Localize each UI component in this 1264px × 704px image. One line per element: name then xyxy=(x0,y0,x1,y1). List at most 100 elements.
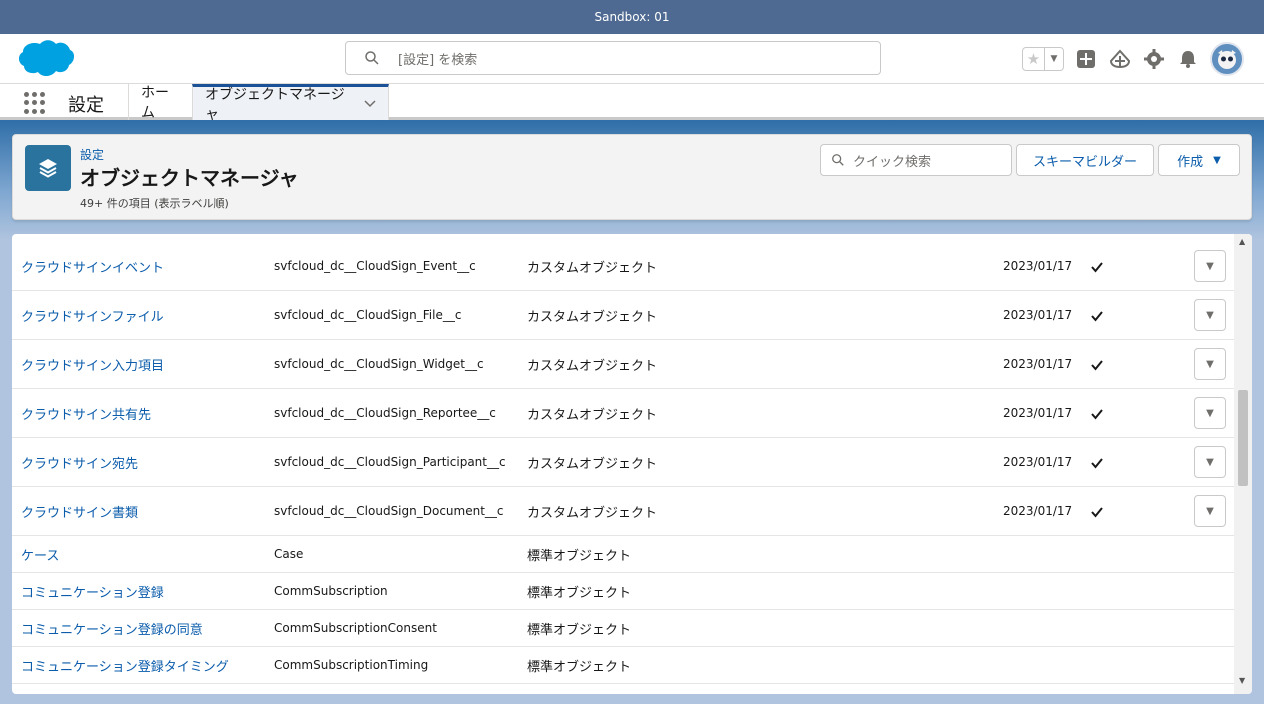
table-row: クラウドサイン入力項目 svfcloud_dc__CloudSign_Widget… xyxy=(12,340,1234,389)
add-icon[interactable] xyxy=(1074,47,1098,71)
object-label-link[interactable]: クラウドサイン書類 xyxy=(21,502,138,521)
object-type: カスタムオブジェクト xyxy=(527,261,658,276)
caret-down-icon: ▼ xyxy=(1206,309,1214,321)
table-row: コミュニケーション登録タイミング CommSubscriptionTiming 標準… xyxy=(12,647,1234,684)
page-header: 設定 オブジェクトマネージャ 49+ 件の項目 (表示ラベル順) クイック検索 … xyxy=(12,134,1252,220)
chevron-down-icon[interactable]: ▼ xyxy=(1045,48,1063,70)
row-actions-button[interactable]: ▼ xyxy=(1194,348,1226,380)
trailhead-icon[interactable] xyxy=(1108,47,1132,71)
last-modified-date: 2023/01/17 xyxy=(1003,406,1073,420)
create-label: 作成 xyxy=(1177,154,1204,170)
create-button[interactable]: 作成 ▼ xyxy=(1158,144,1240,176)
caret-down-icon: ▼ xyxy=(1206,456,1214,468)
object-label-link[interactable]: クラウドサイン入力項目 xyxy=(21,355,164,374)
app-navigation-bar: 設定 ホーム オブジェクトマネージャ xyxy=(0,84,1264,123)
object-type: カスタムオブジェクト xyxy=(527,408,658,423)
item-count: 49+ 件の項目 (表示ラベル順) xyxy=(80,197,229,210)
object-label-link[interactable]: コミュニケーション登録 xyxy=(21,582,164,601)
caret-down-icon: ▼ xyxy=(1206,407,1214,419)
table-row: ケース Case 標準オブジェクト xyxy=(12,536,1234,573)
check-icon xyxy=(1091,311,1103,322)
avatar[interactable] xyxy=(1210,42,1244,76)
sandbox-label: Sandbox: 01 xyxy=(594,10,670,24)
schema-builder-button[interactable]: スキーマビルダー xyxy=(1016,144,1154,176)
object-type: 標準オブジェクト xyxy=(527,660,632,675)
global-search-input[interactable]: [設定] を検索 xyxy=(345,41,881,75)
table-row: クラウドサイン共有先 svfcloud_dc__CloudSign_Reporte… xyxy=(12,389,1234,438)
api-name: svfcloud_dc__CloudSign_Event__c xyxy=(274,259,476,273)
object-list-table: クラウドサインイベント svfcloud_dc__CloudSign_Event_… xyxy=(12,234,1252,694)
breadcrumb[interactable]: 設定 xyxy=(80,146,104,163)
caret-down-icon: ▼ xyxy=(1206,358,1214,370)
object-label-link[interactable]: クラウドサイン宛先 xyxy=(21,453,138,472)
object-type: カスタムオブジェクト xyxy=(527,359,658,374)
tab-home-label: ホーム xyxy=(141,85,169,121)
object-label-link[interactable]: ケース xyxy=(21,545,59,564)
table-row: コミュニケーション登録 CommSubscription 標準オブジェクト xyxy=(12,573,1234,610)
object-type: 標準オブジェクト xyxy=(527,549,632,564)
row-actions-button[interactable]: ▼ xyxy=(1194,495,1226,527)
scrollbar-thumb[interactable] xyxy=(1238,390,1248,486)
table-row: クラウドサイン宛先 svfcloud_dc__CloudSign_Particip… xyxy=(12,438,1234,487)
schema-builder-label: スキーマビルダー xyxy=(1032,154,1137,170)
quick-search-input[interactable]: クイック検索 xyxy=(820,144,1012,176)
object-label-link[interactable]: クラウドサインイベント xyxy=(21,257,164,276)
api-name: svfcloud_dc__CloudSign_Widget__c xyxy=(274,357,484,371)
scrollbar[interactable]: ▲ ▼ xyxy=(1234,234,1252,694)
chevron-down-icon[interactable] xyxy=(364,96,376,112)
api-name: CommSubscriptionConsent xyxy=(274,621,437,635)
check-icon xyxy=(1091,360,1103,371)
caret-down-icon: ▼ xyxy=(1206,260,1214,272)
object-label-link[interactable]: クラウドサインファイル xyxy=(21,306,164,325)
object-label-link[interactable]: コミュニケーション登録の同意 xyxy=(21,619,203,638)
salesforce-cloud-logo[interactable] xyxy=(16,38,74,78)
star-icon[interactable]: ★ xyxy=(1023,48,1045,70)
sandbox-banner: Sandbox: 01 xyxy=(0,0,1264,34)
gear-icon[interactable] xyxy=(1142,47,1166,71)
table-row: クラウドサインファイル svfcloud_dc__CloudSign_File__… xyxy=(12,291,1234,340)
global-search-placeholder: [設定] を検索 xyxy=(398,52,478,68)
last-modified-date: 2023/01/17 xyxy=(1003,259,1073,273)
last-modified-date: 2023/01/17 xyxy=(1003,504,1073,518)
app-name: 設定 xyxy=(68,95,104,116)
favorites-control: ★ ▼ xyxy=(1022,47,1064,71)
header-utility-icons: ★ ▼ xyxy=(1022,42,1244,76)
object-type: カスタムオブジェクト xyxy=(527,506,658,521)
row-actions-button[interactable]: ▼ xyxy=(1194,250,1226,282)
api-name: CommSubscription xyxy=(274,584,388,598)
tab-home[interactable]: ホーム xyxy=(128,84,192,121)
row-actions-button[interactable]: ▼ xyxy=(1194,299,1226,331)
table-row: クラウドサインイベント svfcloud_dc__CloudSign_Event_… xyxy=(12,242,1234,291)
api-name: CommSubscriptionTiming xyxy=(274,658,429,672)
last-modified-date: 2023/01/17 xyxy=(1003,357,1073,371)
object-label-link[interactable]: コミュニケーション登録タイミング xyxy=(21,656,229,675)
table-row: クラウドサイン書類 svfcloud_dc__CloudSign_Document… xyxy=(12,487,1234,536)
object-type: カスタムオブジェクト xyxy=(527,310,658,325)
tab-object-manager[interactable]: オブジェクトマネージャ xyxy=(192,84,389,123)
app-launcher-icon[interactable] xyxy=(24,92,46,114)
quick-search-placeholder: クイック検索 xyxy=(853,154,932,170)
api-name: svfcloud_dc__CloudSign_File__c xyxy=(274,308,462,322)
object-label-link[interactable]: クラウドサイン共有先 xyxy=(21,404,151,423)
object-type: 標準オブジェクト xyxy=(527,586,632,601)
global-header: [設定] を検索 ★ ▼ xyxy=(0,34,1264,84)
scroll-up-icon[interactable]: ▲ xyxy=(1239,237,1245,246)
api-name: svfcloud_dc__CloudSign_Document__c xyxy=(274,504,504,518)
page-title: オブジェクトマネージャ xyxy=(80,166,299,190)
check-icon xyxy=(1091,507,1103,518)
api-name: svfcloud_dc__CloudSign_Reportee__c xyxy=(274,406,496,420)
caret-down-icon: ▼ xyxy=(1206,505,1214,517)
object-type: カスタムオブジェクト xyxy=(527,457,658,472)
bell-icon[interactable] xyxy=(1176,47,1200,71)
search-icon xyxy=(365,51,379,65)
row-actions-button[interactable]: ▼ xyxy=(1194,446,1226,478)
layers-icon xyxy=(25,145,71,191)
row-actions-button[interactable]: ▼ xyxy=(1194,397,1226,429)
object-type: 標準オブジェクト xyxy=(527,623,632,638)
tab-object-manager-label: オブジェクトマネージャ xyxy=(205,86,345,123)
scroll-down-icon[interactable]: ▼ xyxy=(1239,676,1245,685)
check-icon xyxy=(1091,409,1103,420)
last-modified-date: 2023/01/17 xyxy=(1003,455,1073,469)
last-modified-date: 2023/01/17 xyxy=(1003,308,1073,322)
search-icon xyxy=(832,154,844,166)
